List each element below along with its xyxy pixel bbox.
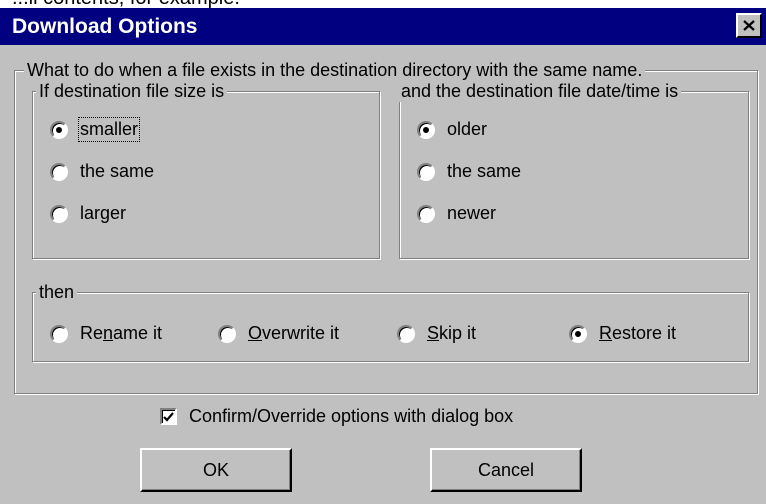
close-icon [743, 20, 755, 31]
size-larger-radio[interactable] [50, 204, 68, 223]
overwrite-radio[interactable] [218, 324, 236, 343]
cropped-top-text-label: ...ll contents, for example: [12, 0, 240, 8]
file-exists-legend: What to do when a file exists in the des… [24, 59, 646, 81]
date-same-radio[interactable] [417, 162, 435, 181]
then-group-legend: then [36, 281, 78, 303]
size-group-legend: If destination file size is [36, 80, 228, 102]
cancel-button-label: Cancel [477, 459, 535, 480]
then-option-overwrite[interactable]: Overwrite it [218, 323, 339, 344]
skip-radio[interactable] [397, 324, 415, 343]
rename-radio[interactable] [50, 324, 68, 343]
title-bar[interactable]: Download Options [0, 8, 766, 45]
restore-label: Restore it [599, 323, 677, 343]
size-larger-label: larger [80, 203, 127, 223]
size-group: If destination file size is smaller the … [32, 80, 380, 259]
size-option-larger[interactable]: larger [50, 203, 126, 224]
date-older-label: older [447, 119, 488, 139]
then-group: then Rename it Overwrite it Skip it Rest… [32, 281, 749, 362]
date-same-label: the same [447, 161, 522, 181]
date-option-same[interactable]: the same [417, 161, 521, 182]
size-same-radio[interactable] [50, 162, 68, 181]
skip-label: Skip it [427, 323, 477, 343]
file-exists-group: What to do when a file exists in the des… [14, 59, 758, 394]
date-older-radio[interactable] [417, 120, 435, 139]
close-button[interactable] [736, 13, 762, 38]
confirm-checkbox[interactable] [160, 408, 177, 425]
date-newer-radio[interactable] [417, 204, 435, 223]
confirm-label: Confirm/Override options with dialog box [189, 406, 514, 426]
checkmark-icon [163, 411, 174, 422]
date-option-older[interactable]: older [417, 119, 487, 140]
size-smaller-label: smaller [77, 117, 141, 142]
cropped-top-text: ...ll contents, for example: [0, 0, 766, 8]
overwrite-label: Overwrite it [248, 323, 340, 343]
date-group-legend: and the destination file date/time is [398, 80, 682, 102]
confirm-option[interactable]: Confirm/Override options with dialog box [160, 406, 513, 427]
date-group: and the destination file date/time is ol… [398, 80, 749, 259]
download-options-dialog: Download Options What to do when a file … [0, 8, 766, 504]
date-newer-label: newer [447, 203, 497, 223]
size-option-same[interactable]: the same [50, 161, 154, 182]
ok-button-label: OK [202, 459, 229, 480]
cancel-button[interactable]: Cancel [430, 448, 582, 492]
size-option-smaller[interactable]: smaller [50, 117, 141, 142]
restore-radio[interactable] [569, 324, 587, 343]
then-option-skip[interactable]: Skip it [397, 323, 476, 344]
date-option-newer[interactable]: newer [417, 203, 496, 224]
then-option-rename[interactable]: Rename it [50, 323, 162, 344]
rename-label: Rename it [80, 323, 163, 343]
size-same-label: the same [80, 161, 155, 181]
size-smaller-radio[interactable] [50, 120, 68, 139]
ok-button[interactable]: OK [140, 448, 292, 492]
window-title: Download Options [12, 15, 198, 38]
then-option-restore[interactable]: Restore it [569, 323, 676, 344]
